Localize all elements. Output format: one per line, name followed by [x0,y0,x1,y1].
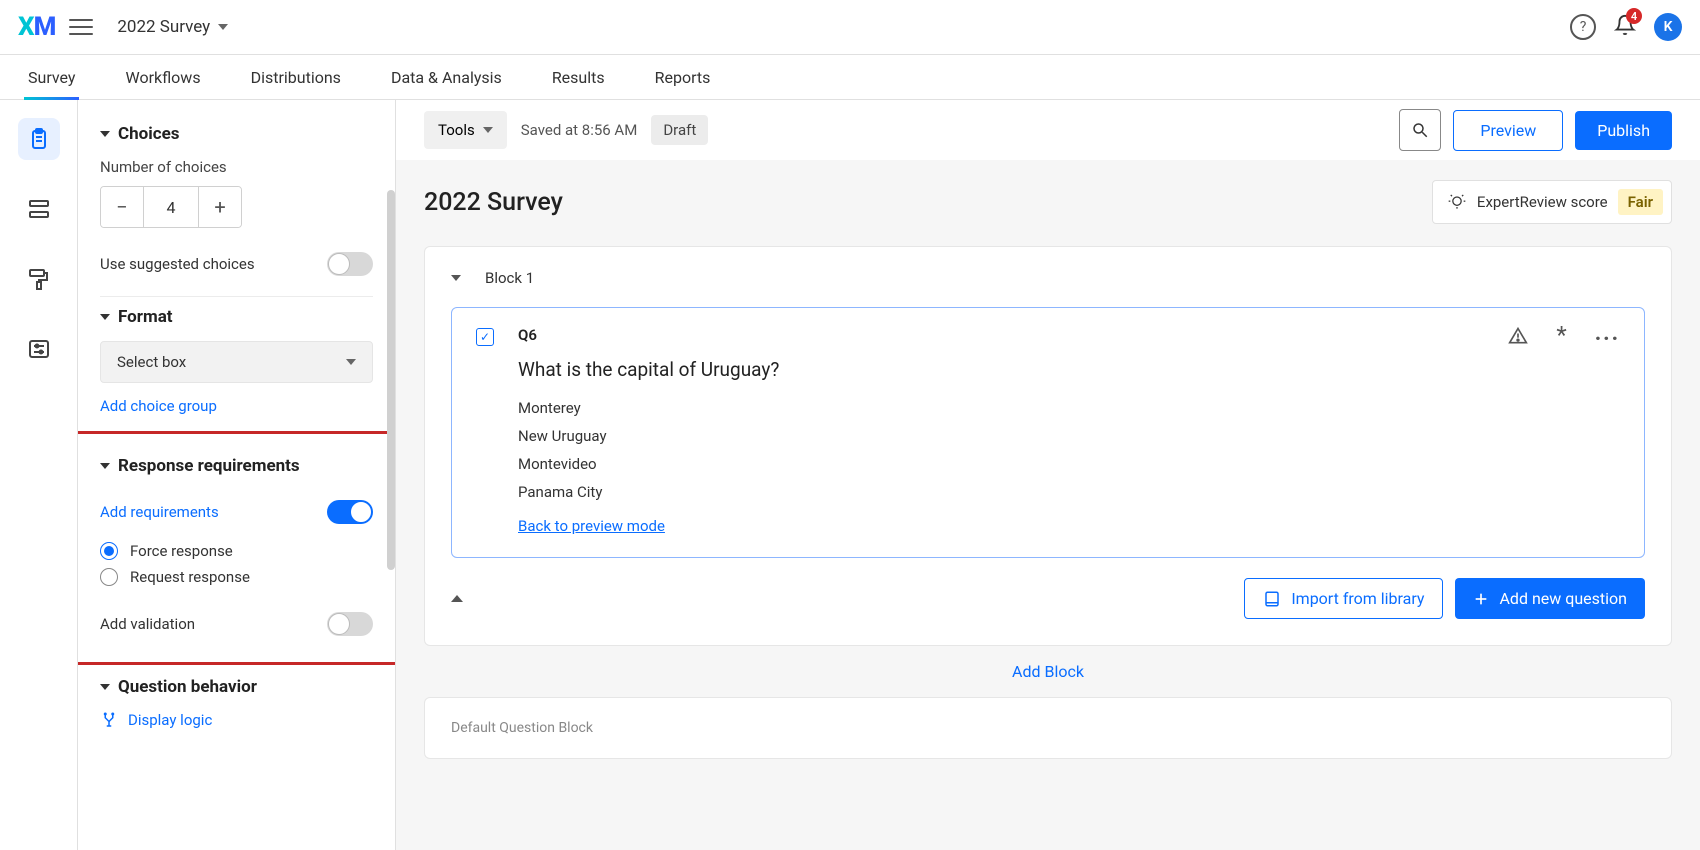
draft-badge: Draft [651,115,708,145]
format-select[interactable]: Select box [100,341,373,383]
more-options-icon[interactable]: ··· [1595,326,1620,351]
radio-force-response[interactable] [100,542,118,560]
tab-reports[interactable]: Reports [655,55,711,99]
edit-sidebar: Choices Number of choices − 4 + Use sugg… [78,100,396,850]
display-logic-link[interactable]: Display logic [100,711,373,729]
force-response-option[interactable]: Force response [100,542,373,560]
rail-builder[interactable] [18,118,60,160]
tab-data-analysis[interactable]: Data & Analysis [391,55,502,99]
tab-results[interactable]: Results [552,55,605,99]
add-requirements-link[interactable]: Add requirements [100,503,219,521]
choices-count: 4 [143,187,199,227]
left-icon-rail [0,100,78,850]
caret-icon [100,684,110,690]
expert-review-button[interactable]: ExpertReview score Fair [1432,180,1672,224]
tab-workflows[interactable]: Workflows [125,55,200,99]
project-switcher[interactable]: 2022 Survey [117,17,228,37]
question-checkbox[interactable]: ✓ [476,328,494,346]
tools-dropdown[interactable]: Tools [424,111,507,149]
preview-mode-link[interactable]: Back to preview mode [518,517,665,535]
default-question-block[interactable]: Default Question Block [424,697,1672,759]
caret-icon [100,314,110,320]
option-4[interactable]: Panama City [518,483,1508,501]
question-card[interactable]: ✓ Q6 What is the capital of Uruguay? Mon… [451,307,1645,558]
search-button[interactable] [1399,109,1441,151]
notifications-button[interactable]: 4 [1614,14,1636,40]
option-3[interactable]: Montevideo [518,455,1508,473]
choices-stepper: − 4 + [100,186,242,228]
flow-icon [27,197,51,221]
option-1[interactable]: Monterey [518,399,1508,417]
publish-button[interactable]: Publish [1575,111,1672,150]
chevron-down-icon [346,359,356,365]
use-suggested-toggle[interactable] [327,252,373,276]
import-from-library-button[interactable]: Import from library [1244,578,1443,619]
add-validation-toggle[interactable] [327,612,373,636]
notification-badge: 4 [1626,8,1642,24]
tab-distributions[interactable]: Distributions [251,55,341,99]
choices-minus-button[interactable]: − [101,187,143,227]
choices-plus-button[interactable]: + [199,187,241,227]
add-choice-group-link[interactable]: Add choice group [100,397,217,415]
main-tabs: Survey Workflows Distributions Data & An… [0,55,1700,100]
section-response-requirements[interactable]: Response requirements [100,456,373,476]
required-icon[interactable]: * [1556,326,1566,351]
xm-logo[interactable]: XM [18,12,55,42]
add-new-question-button[interactable]: Add new question [1455,578,1645,619]
response-requirements-highlight: Response requirements Add requirements F… [78,431,396,665]
add-validation-label: Add validation [100,615,195,633]
num-choices-label: Number of choices [100,158,373,176]
menu-icon[interactable] [69,15,93,39]
project-name: 2022 Survey [117,17,210,37]
lightbulb-icon [1447,192,1467,212]
preview-button[interactable]: Preview [1453,110,1563,151]
option-2[interactable]: New Uruguay [518,427,1508,445]
section-choices[interactable]: Choices [100,124,373,144]
rail-options[interactable] [18,328,60,370]
plus-icon [1473,591,1489,607]
survey-title: 2022 Survey [424,188,563,217]
block-collapse-up-icon[interactable] [451,595,463,602]
tab-survey[interactable]: Survey [28,55,75,99]
question-id: Q6 [518,326,1508,344]
search-icon [1411,121,1429,139]
help-icon[interactable]: ? [1570,14,1596,40]
caret-icon [100,131,110,137]
add-block-link[interactable]: Add Block [424,662,1672,681]
section-question-behavior[interactable]: Question behavior [100,677,373,697]
question-block: Block 1 ✓ Q6 What is the capital of Urug… [424,246,1672,646]
saved-text: Saved at 8:56 AM [521,121,638,139]
question-text[interactable]: What is the capital of Uruguay? [518,358,1508,381]
user-avatar[interactable]: K [1654,13,1682,41]
score-badge: Fair [1618,189,1663,215]
radio-request-response[interactable] [100,568,118,586]
warning-icon[interactable] [1508,326,1528,351]
chevron-down-icon [218,24,228,30]
chevron-down-icon [483,127,493,133]
rail-look-feel[interactable] [18,258,60,300]
rail-flow[interactable] [18,188,60,230]
block-collapse-icon[interactable] [451,275,461,281]
paint-roller-icon [27,267,51,291]
clipboard-icon [27,127,51,151]
use-suggested-label: Use suggested choices [100,255,255,273]
branch-icon [100,711,118,729]
library-icon [1263,590,1281,608]
block-name[interactable]: Block 1 [485,269,534,287]
survey-canvas: Tools Saved at 8:56 AM Draft Preview Pub… [396,100,1700,850]
add-requirements-toggle[interactable] [327,500,373,524]
caret-icon [100,463,110,469]
section-format[interactable]: Format [100,307,373,327]
sliders-icon [27,337,51,361]
request-response-option[interactable]: Request response [100,568,373,586]
